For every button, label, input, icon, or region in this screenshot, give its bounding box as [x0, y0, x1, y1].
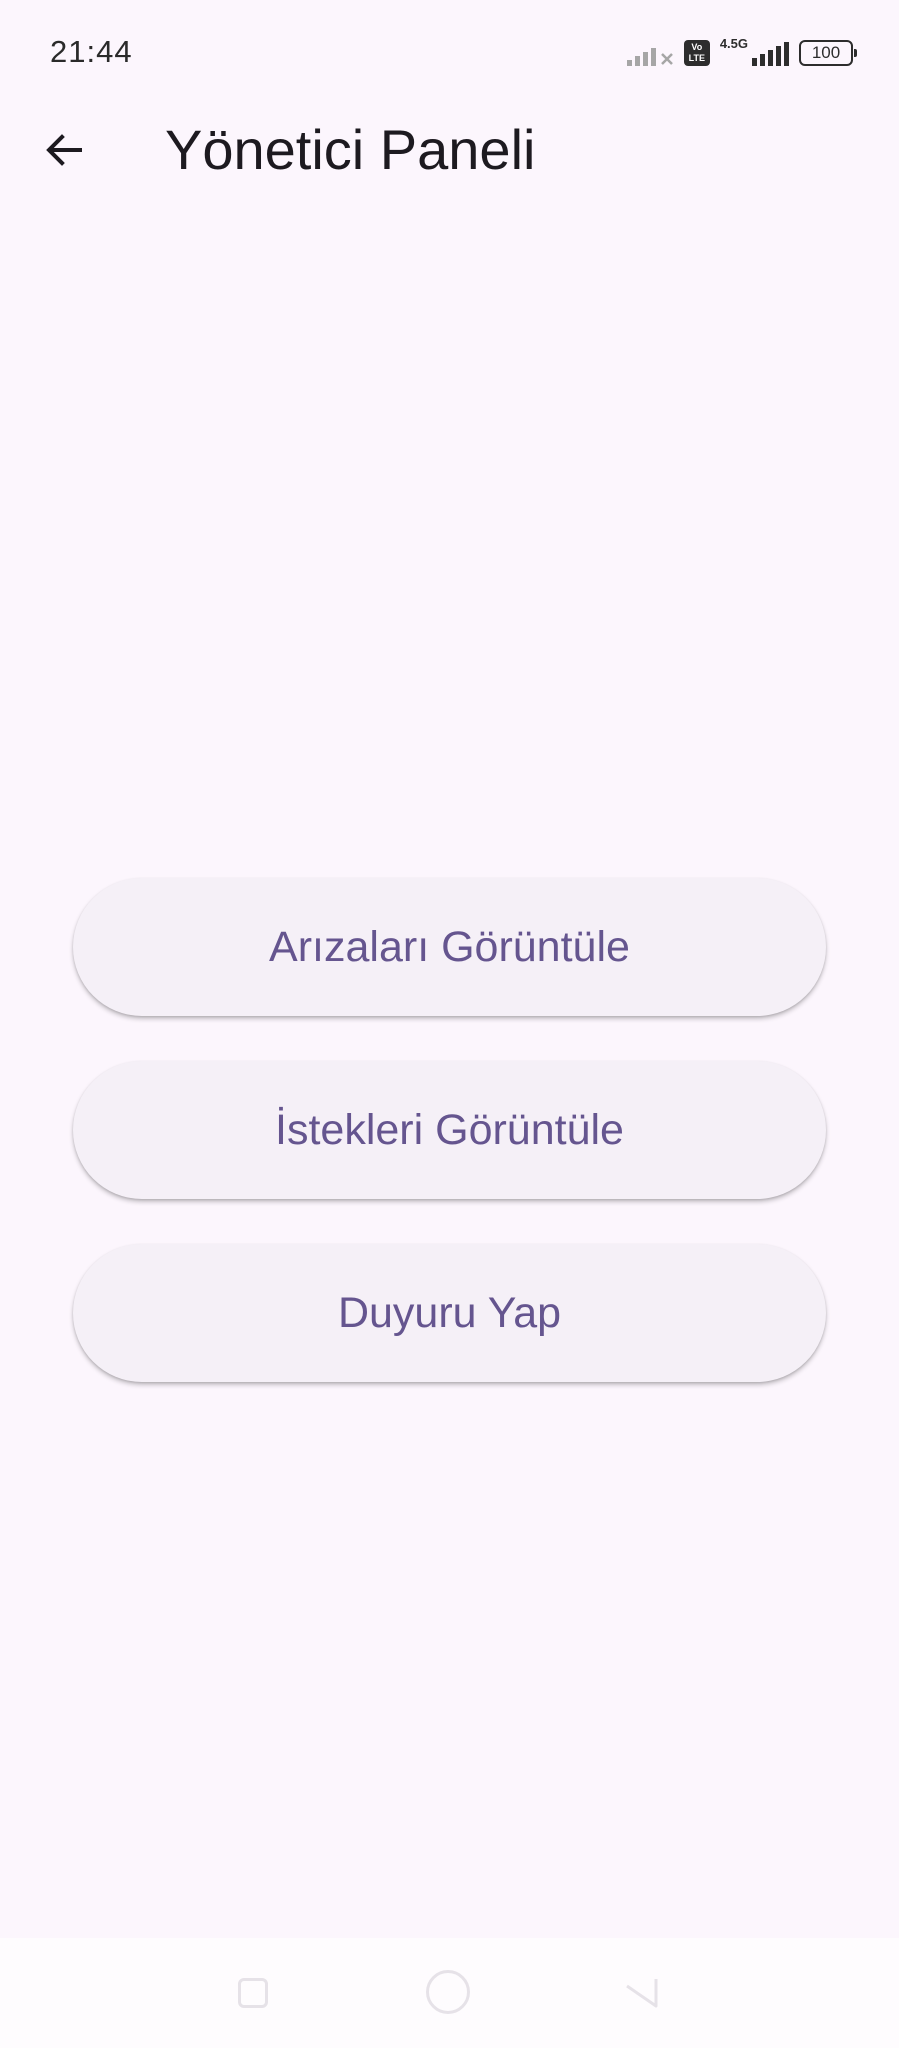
- view-requests-button[interactable]: İstekleri Görüntüle: [73, 1061, 826, 1199]
- view-faults-button[interactable]: Arızaları Görüntüle: [73, 878, 826, 1016]
- page-title: Yönetici Paneli: [165, 118, 536, 181]
- network-type: 4.5G: [719, 36, 748, 51]
- system-nav-bar: [0, 1938, 899, 2048]
- status-icons: Vo LTE 4.5G 100: [626, 36, 857, 70]
- status-time: 21:44: [50, 34, 133, 69]
- app-bar: Yönetici Paneli: [0, 108, 899, 192]
- battery-icon: 100: [799, 40, 857, 66]
- recent-apps-icon[interactable]: [238, 1978, 268, 2008]
- status-bar: 21:44 Vo LTE 4.5G 100: [0, 0, 899, 108]
- make-announcement-button[interactable]: Duyuru Yap: [73, 1244, 826, 1382]
- action-list: Arızaları Görüntüle İstekleri Görüntüle …: [73, 878, 826, 1427]
- signal-sim2-icon: [752, 40, 789, 66]
- arrow-left-icon: [46, 134, 82, 166]
- volte-icon: Vo LTE: [683, 40, 710, 66]
- signal-sim1-icon: [626, 40, 674, 66]
- back-button[interactable]: [36, 122, 92, 178]
- back-triangle-icon[interactable]: [624, 1974, 660, 2010]
- home-icon[interactable]: [426, 1970, 470, 2014]
